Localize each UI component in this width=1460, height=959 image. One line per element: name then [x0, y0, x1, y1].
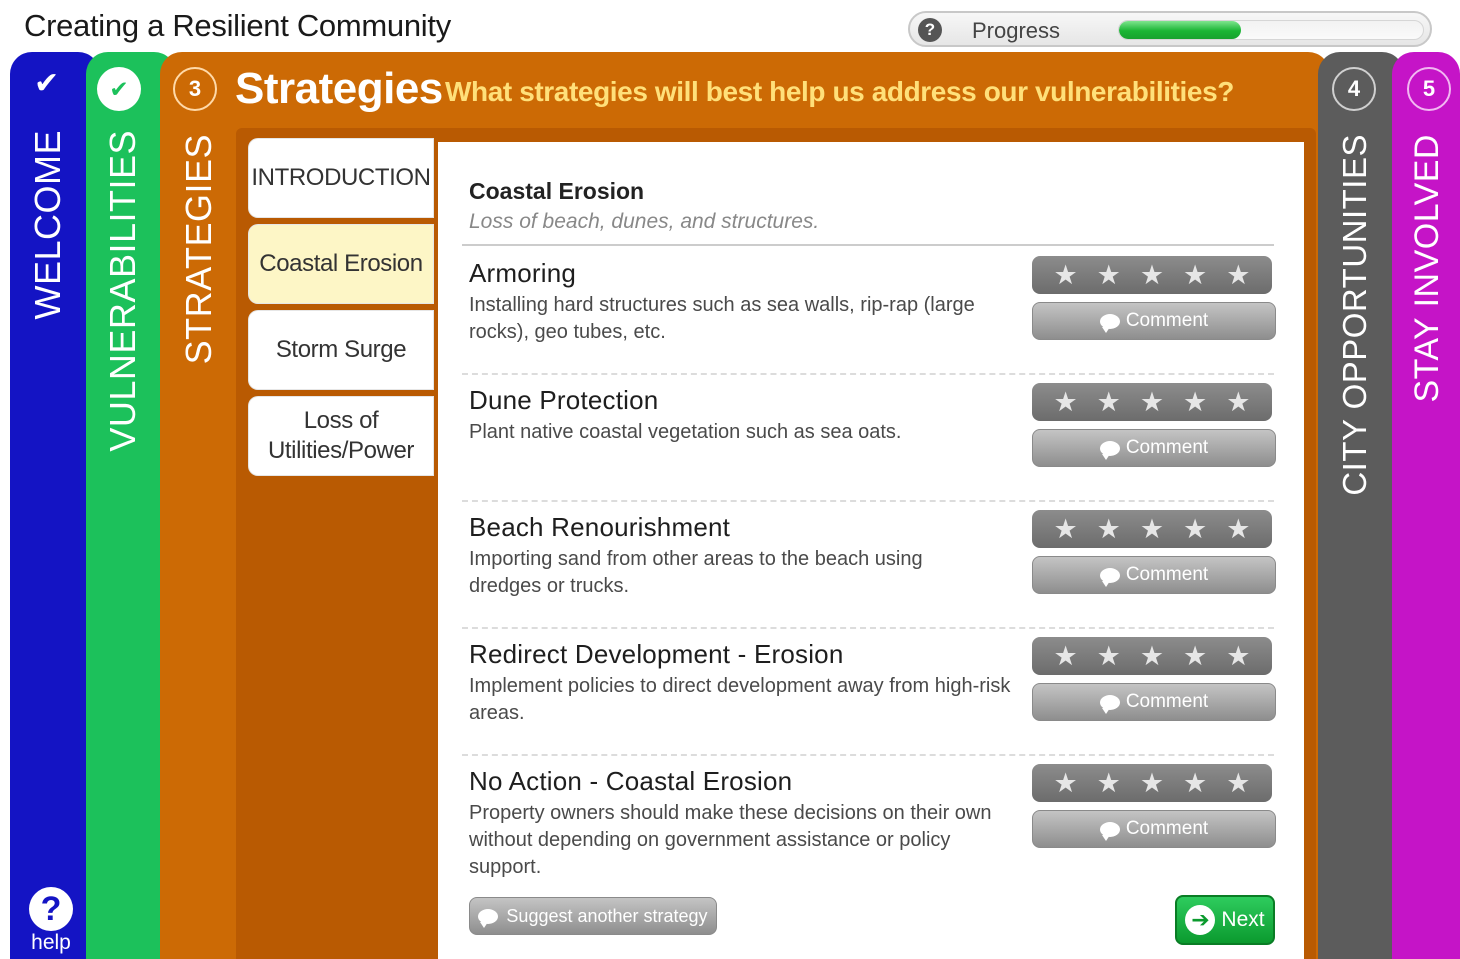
tab-city-opportunities-label: CITY OPPORTUNITIES [1336, 134, 1373, 496]
comment-button[interactable]: Comment [1032, 429, 1276, 467]
strategy-name: Dune Protection [469, 385, 659, 415]
comment-button[interactable]: Comment [1032, 556, 1276, 594]
section-heading: Strategies [235, 64, 443, 113]
star-icon[interactable]: ★ [1053, 261, 1077, 289]
strategy-name: Armoring [469, 258, 577, 288]
star-icon[interactable]: ★ [1183, 769, 1207, 797]
star-icon[interactable]: ★ [1053, 515, 1077, 543]
strategy-description: Property owners should make these decisi… [469, 802, 992, 878]
star-rating[interactable]: ★ ★ ★ ★ ★ [1032, 637, 1272, 675]
app-title: Creating a Resilient Community [24, 8, 451, 43]
comment-label: Comment [1125, 818, 1209, 839]
star-icon[interactable]: ★ [1183, 642, 1207, 670]
strategy-row: Dune Protection Plant native coastal veg… [462, 375, 1276, 502]
help-icon: ? [29, 887, 73, 931]
star-rating[interactable]: ★ ★ ★ ★ ★ [1032, 383, 1272, 421]
speech-bubble-icon [1099, 440, 1120, 460]
category-subtitle: Loss of beach, dunes, and structures. [469, 210, 820, 233]
step-badge: 4 [1332, 67, 1376, 111]
suggest-label: Suggest another strategy [506, 905, 708, 926]
arrow-right-icon: ➔ [1185, 905, 1216, 935]
comment-button[interactable]: Comment [1032, 683, 1276, 721]
tab-welcome-label: WELCOME [27, 130, 68, 320]
progress-track [1118, 20, 1424, 40]
tab-stay-involved[interactable]: 5 STAY INVOLVED [1392, 52, 1460, 959]
section-question: What strategies will best help us addres… [445, 76, 1234, 107]
star-icon[interactable]: ★ [1140, 642, 1164, 670]
speech-bubble-icon [1099, 821, 1120, 841]
star-icon[interactable]: ★ [1053, 642, 1077, 670]
comment-label: Comment [1125, 310, 1209, 331]
subnav-item-introduction[interactable]: INTRODUCTION [248, 138, 434, 218]
comment-label: Comment [1125, 564, 1209, 585]
strategy-row: Beach Renourishment Importing sand from … [462, 502, 1276, 629]
speech-bubble-icon [478, 908, 499, 928]
star-icon[interactable]: ★ [1053, 388, 1077, 416]
speech-bubble-icon [1099, 313, 1120, 333]
tab-strategies[interactable]: 3 STRATEGIES Strategies What strategies … [160, 52, 1330, 959]
help-label: help [31, 931, 71, 954]
star-icon[interactable]: ★ [1140, 515, 1164, 543]
strategy-content: Coastal Erosion Loss of beach, dunes, an… [438, 142, 1304, 959]
speech-bubble-icon [1099, 567, 1120, 587]
star-icon[interactable]: ★ [1097, 769, 1121, 797]
star-rating[interactable]: ★ ★ ★ ★ ★ [1032, 510, 1272, 548]
star-icon[interactable]: ★ [1097, 642, 1121, 670]
strategy-description: Importing sand from other areas to the b… [469, 548, 923, 597]
star-icon[interactable]: ★ [1097, 261, 1121, 289]
speech-bubble-icon [1099, 694, 1120, 714]
next-button[interactable]: ➔ Next [1175, 895, 1275, 945]
strategy-row: Armoring Installing hard structures such… [462, 248, 1276, 375]
subnav-item-coastal-erosion[interactable]: Coastal Erosion [248, 224, 434, 304]
star-icon[interactable]: ★ [1226, 769, 1250, 797]
star-icon[interactable]: ★ [1226, 515, 1250, 543]
star-icon[interactable]: ★ [1140, 388, 1164, 416]
strategies-panel: INTRODUCTION Coastal Erosion Storm Surge… [236, 128, 1316, 959]
tab-vulnerabilities-label: VULNERABILITIES [102, 130, 143, 452]
star-icon[interactable]: ★ [1183, 515, 1207, 543]
strategy-name: Redirect Development - Erosion [469, 639, 844, 669]
subnav-item-loss-of-utilities[interactable]: Loss of Utilities/Power [248, 396, 434, 476]
star-icon[interactable]: ★ [1053, 769, 1077, 797]
suggest-strategy-button[interactable]: Suggest another strategy [469, 897, 717, 935]
star-icon[interactable]: ★ [1097, 515, 1121, 543]
next-label: Next [1221, 908, 1265, 931]
star-icon[interactable]: ★ [1140, 769, 1164, 797]
strategy-name: Beach Renourishment [469, 512, 731, 542]
star-rating[interactable]: ★ ★ ★ ★ ★ [1032, 256, 1272, 294]
strategy-row: Redirect Development - Erosion Implement… [462, 629, 1276, 756]
strategy-description: Implement policies to direct development… [469, 675, 1011, 724]
star-icon[interactable]: ★ [1140, 261, 1164, 289]
star-icon[interactable]: ★ [1226, 261, 1250, 289]
step-badge: 5 [1407, 67, 1451, 111]
step-badge: 3 [173, 67, 217, 111]
comment-label: Comment [1125, 691, 1209, 712]
subnav-item-storm-surge[interactable]: Storm Surge [248, 310, 434, 390]
star-icon[interactable]: ★ [1183, 388, 1207, 416]
progress-fill [1119, 21, 1241, 39]
comment-label: Comment [1125, 437, 1209, 458]
comment-button[interactable]: Comment [1032, 302, 1276, 340]
strategy-row: No Action - Coastal Erosion Property own… [462, 756, 1276, 896]
check-icon: ✔ [34, 67, 60, 100]
strategy-description: Plant native coastal vegetation such as … [469, 421, 902, 443]
star-icon[interactable]: ★ [1226, 642, 1250, 670]
category-title: Coastal Erosion [469, 178, 645, 204]
strategy-description: Installing hard structures such as sea w… [469, 294, 975, 343]
tab-stay-involved-label: STAY INVOLVED [1408, 134, 1446, 403]
star-rating[interactable]: ★ ★ ★ ★ ★ [1032, 764, 1272, 802]
strategy-name: No Action - Coastal Erosion [469, 766, 793, 796]
help-button[interactable]: ? help [26, 887, 76, 955]
help-icon[interactable]: ? [918, 18, 942, 42]
comment-button[interactable]: Comment [1032, 810, 1276, 848]
star-icon[interactable]: ★ [1097, 388, 1121, 416]
check-icon: ✔ [97, 67, 141, 111]
progress-bar-container: ? Progress [908, 11, 1432, 47]
star-icon[interactable]: ★ [1183, 261, 1207, 289]
tab-strategies-label: STRATEGIES [178, 134, 219, 365]
progress-label: Progress [972, 18, 1061, 43]
divider [462, 244, 1274, 246]
star-icon[interactable]: ★ [1226, 388, 1250, 416]
